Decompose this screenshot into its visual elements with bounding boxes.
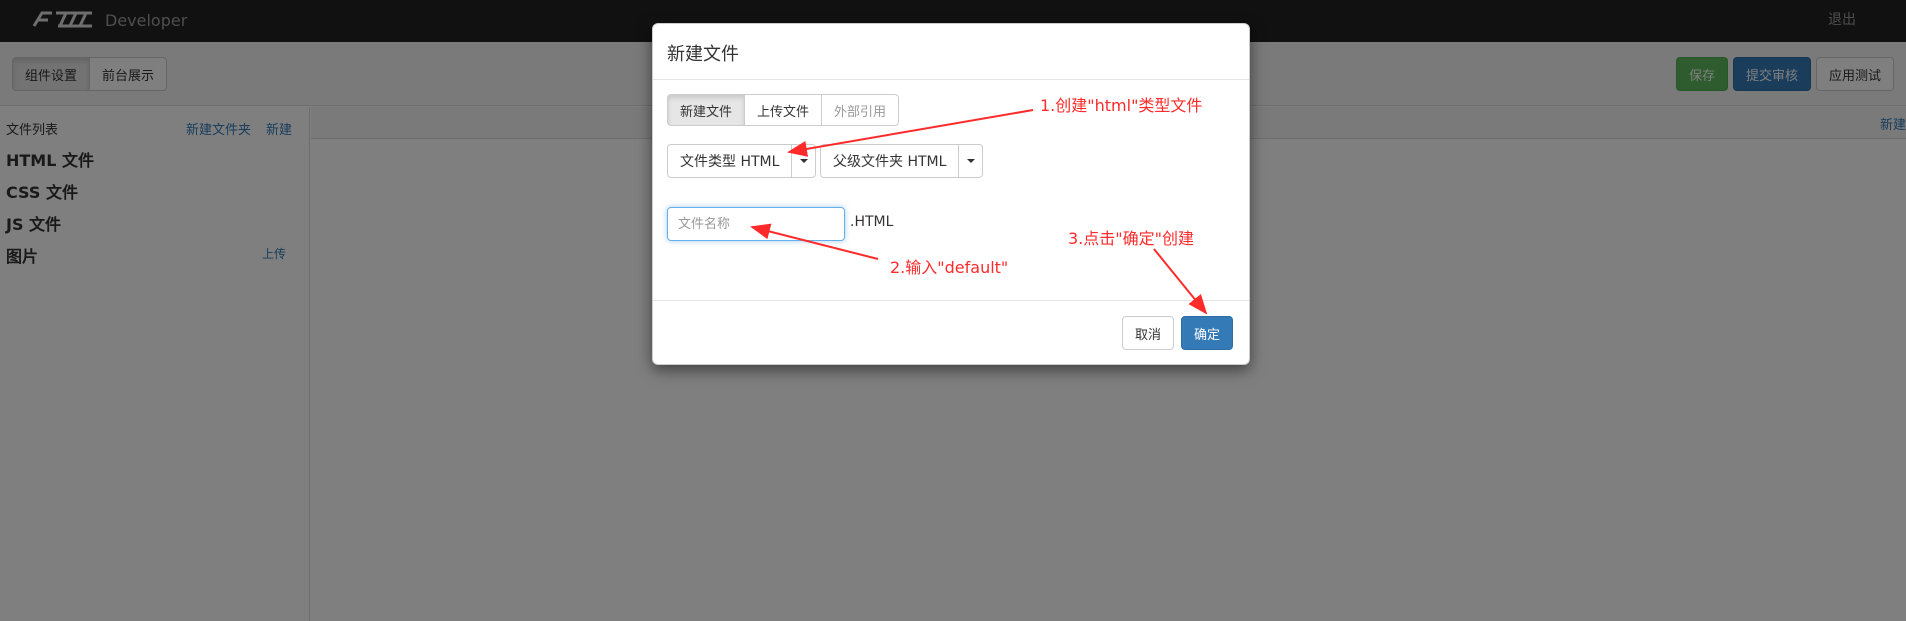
parent-folder-dropdown[interactable]: 父级文件夹 HTML — [820, 144, 984, 178]
tab-upload-file[interactable]: 上传文件 — [744, 94, 823, 126]
new-file-dialog: 新建文件 新建文件 上传文件 外部引用 文件类型 HTML 父级文件夹 HTML… — [652, 23, 1250, 365]
divider — [653, 79, 1249, 80]
parent-folder-label[interactable]: 父级文件夹 HTML — [820, 144, 960, 178]
caret-down-icon — [966, 159, 975, 163]
annotation-step3: 3.点击"确定"创建 — [1068, 229, 1194, 248]
tab-external-ref[interactable]: 外部引用 — [821, 94, 900, 126]
parent-folder-toggle[interactable] — [959, 144, 984, 178]
cancel-button[interactable]: 取消 — [1122, 316, 1175, 350]
dialog-title: 新建文件 — [667, 44, 739, 65]
file-type-toggle[interactable] — [792, 144, 817, 178]
file-type-label[interactable]: 文件类型 HTML — [667, 144, 793, 178]
caret-down-icon — [799, 159, 808, 163]
dialog-tabs: 新建文件 上传文件 外部引用 — [667, 94, 900, 126]
file-name-input[interactable] — [667, 207, 845, 241]
file-suffix: .HTML — [850, 214, 894, 230]
file-type-dropdown[interactable]: 文件类型 HTML — [667, 144, 817, 178]
annotation-step2: 2.输入"default" — [890, 258, 1009, 277]
tab-new-file[interactable]: 新建文件 — [667, 94, 746, 126]
divider — [653, 300, 1249, 301]
annotation-step1: 1.创建"html"类型文件 — [1040, 96, 1203, 115]
confirm-button[interactable]: 确定 — [1181, 316, 1234, 350]
